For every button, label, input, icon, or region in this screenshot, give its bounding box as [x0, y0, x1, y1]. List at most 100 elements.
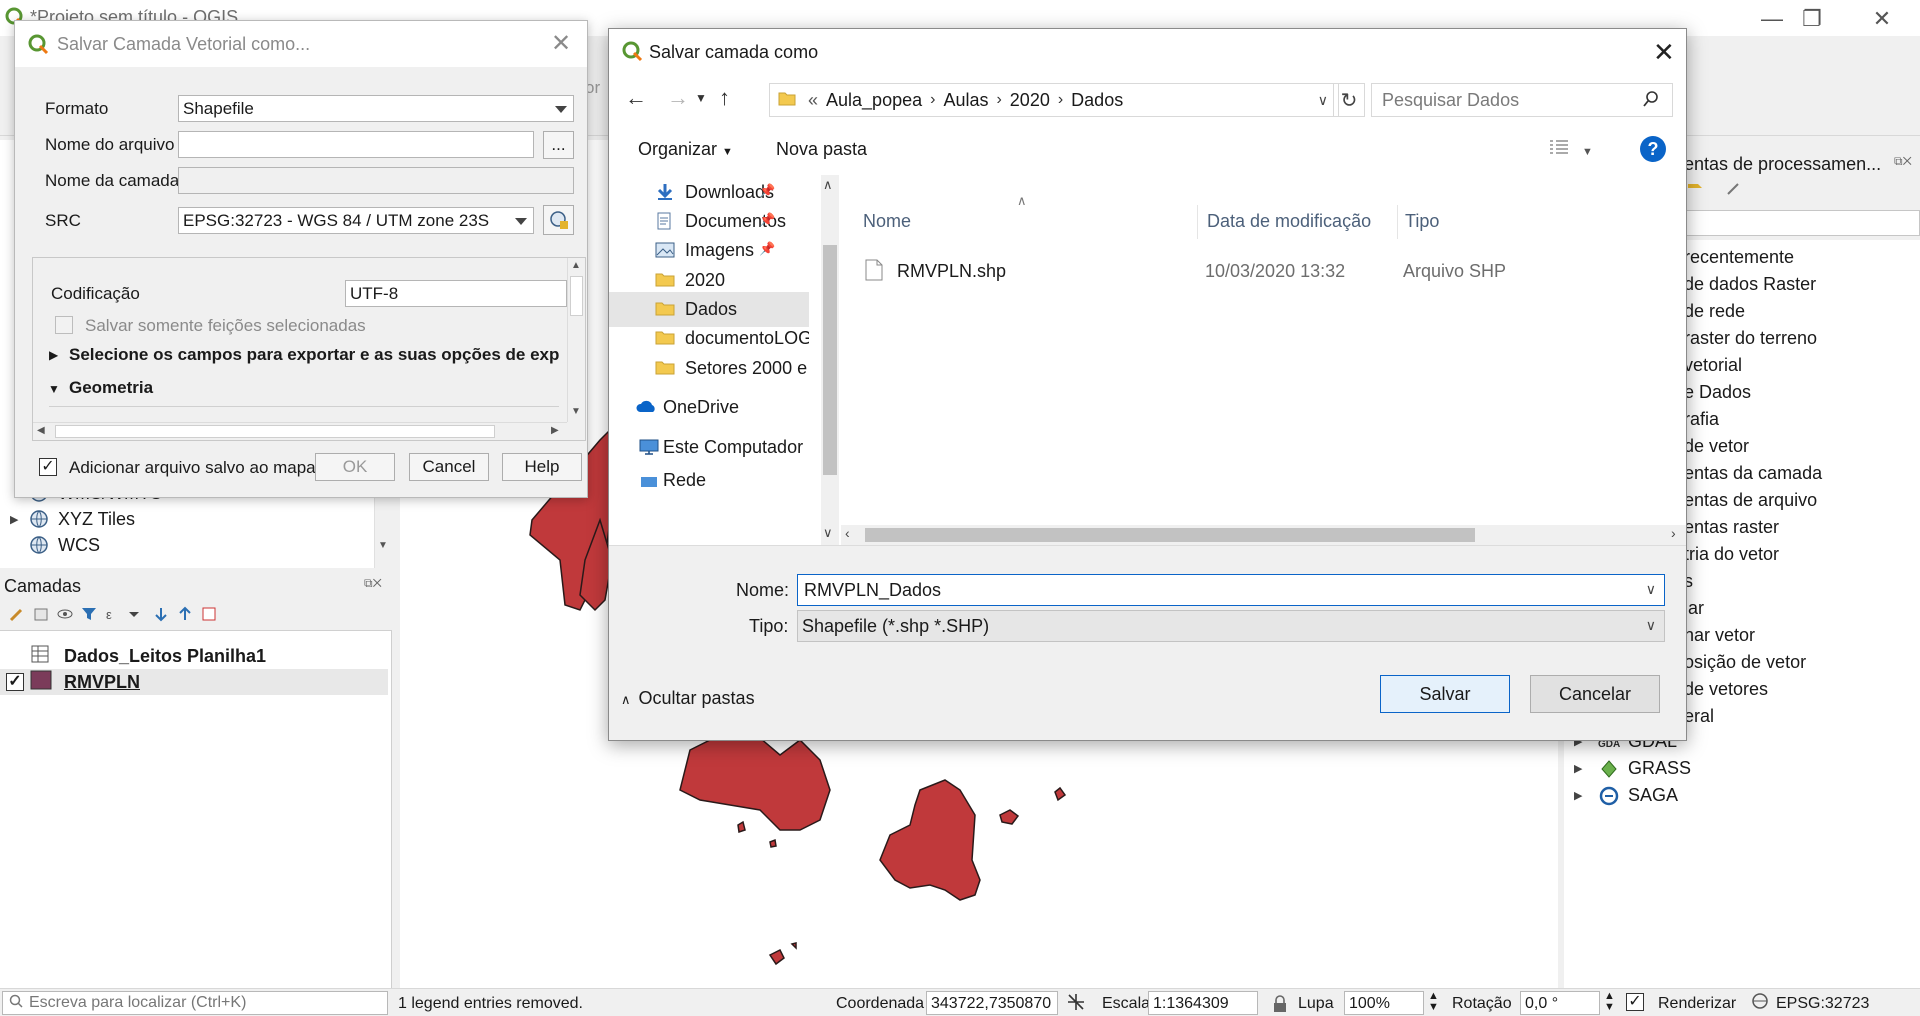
breadcrumb-item[interactable]: 2020 — [1010, 90, 1050, 111]
add-to-map-checkbox[interactable]: ✓ — [39, 458, 57, 476]
spin-arrows-icon[interactable]: ▲ ▼ — [1428, 991, 1439, 1013]
scroll-right-icon[interactable]: › — [1671, 525, 1676, 541]
filename-input[interactable]: RMVPLN_Dados ∨ — [797, 574, 1665, 606]
breadcrumb-item[interactable]: Dados — [1071, 90, 1123, 111]
scroll-down-icon[interactable]: ▼ — [571, 406, 581, 417]
toolbox-search-input[interactable] — [1684, 210, 1920, 236]
layername-input[interactable] — [178, 167, 574, 194]
browser-item-xyz-tiles[interactable]: ▶ XYZ Tiles — [10, 506, 135, 532]
filter-icon[interactable] — [80, 605, 98, 623]
expand-arrow-icon[interactable]: ▶ — [49, 348, 58, 362]
crs-globe-icon[interactable] — [1750, 992, 1770, 1015]
toolbox-group[interactable]: recentemente — [1684, 244, 1794, 271]
scroll-up-icon[interactable]: ∧ — [823, 177, 833, 193]
geometry-section-header[interactable]: Geometria — [69, 378, 153, 398]
expand-all-icon[interactable] — [152, 605, 170, 623]
browse-button[interactable]: ... — [543, 131, 574, 159]
scroll-left-icon[interactable]: ◀ — [37, 425, 45, 436]
search-input[interactable]: Pesquisar Dados — [1371, 83, 1673, 117]
spin-arrows-icon[interactable]: ▲ ▼ — [1604, 991, 1615, 1013]
panel-float-close-icon[interactable]: ⧉✕ — [364, 576, 382, 591]
crs-select-button[interactable] — [543, 205, 574, 235]
column-divider[interactable] — [1397, 205, 1398, 239]
maximize-icon[interactable]: ❐ — [1792, 6, 1832, 32]
expand-arrow-icon[interactable]: ▶ — [1574, 789, 1596, 802]
toolbox-group[interactable]: de vetores — [1684, 676, 1768, 703]
collapse-all-icon[interactable] — [176, 605, 194, 623]
column-header-type[interactable]: Tipo — [1405, 211, 1439, 232]
remove-layer-icon[interactable] — [200, 605, 218, 623]
organize-button[interactable]: Organizar ▼ — [638, 139, 733, 160]
crs-label[interactable]: EPSG:32723 — [1776, 995, 1869, 1013]
add-group-icon[interactable] — [32, 605, 50, 623]
scroll-down-icon[interactable]: ▼ — [378, 540, 388, 551]
column-header-modified[interactable]: Data de modificação — [1207, 211, 1371, 232]
expand-arrow-icon[interactable]: ▶ — [1574, 762, 1596, 775]
browser-item-wcs[interactable]: WCS — [10, 532, 100, 558]
ok-button[interactable]: OK — [315, 453, 395, 481]
toolbox-group[interactable]: nar vetor — [1684, 622, 1755, 649]
toolbox-group[interactable]: entas da camada — [1684, 460, 1822, 487]
nav-item-setores[interactable]: Setores 2000 e 2 — [609, 351, 809, 386]
file-list-hscrollbar[interactable]: ‹ › — [841, 525, 1686, 545]
help-button[interactable]: Help — [502, 453, 582, 481]
visibility-eye-icon[interactable] — [56, 605, 74, 623]
layer-row[interactable]: Dados_Leitos Planilha1 — [0, 643, 388, 669]
collapse-arrow-icon[interactable]: ▼ — [48, 382, 60, 396]
refresh-button[interactable]: ↻ — [1333, 83, 1365, 117]
toolbox-group[interactable]: de rede — [1684, 298, 1745, 325]
crs-combo[interactable]: EPSG:32723 - WGS 84 / UTM zone 23S — [178, 207, 534, 234]
breadcrumb-item[interactable]: Aula_popea — [826, 90, 922, 111]
toolbox-group[interactable]: de vetor — [1684, 433, 1749, 460]
column-header-name[interactable]: Nome — [863, 211, 911, 232]
locator-search-input[interactable]: Escreva para localizar (Ctrl+K) — [2, 991, 388, 1015]
scroll-thumb[interactable] — [865, 528, 1475, 542]
close-icon[interactable]: ✕ — [551, 29, 571, 58]
filter-expression-icon[interactable]: ε — [104, 605, 122, 623]
toolbox-group[interactable]: tria do vetor — [1684, 541, 1779, 568]
toolbox-group[interactable]: e Dados — [1684, 379, 1751, 406]
toolbox-group[interactable]: eral — [1684, 703, 1714, 730]
close-icon[interactable]: ✕ — [1862, 6, 1902, 32]
help-icon[interactable]: ? — [1640, 136, 1666, 162]
magnifier-field[interactable]: 100% — [1344, 991, 1424, 1015]
lock-scale-icon[interactable] — [1272, 995, 1288, 1016]
rotation-field[interactable]: 0,0 ° — [1520, 991, 1600, 1015]
style-brush-icon[interactable] — [8, 605, 26, 623]
save-button[interactable]: Salvar — [1380, 675, 1510, 713]
breadcrumb-separator-icon[interactable]: › — [996, 91, 1001, 109]
nav-item-network[interactable]: Rede — [609, 463, 809, 498]
scale-combo[interactable]: 1:1364309 — [1148, 991, 1258, 1015]
extents-toggle-icon[interactable] — [1066, 992, 1086, 1016]
nav-item-this-pc[interactable]: Este Computador — [609, 430, 809, 465]
layer-visibility-checkbox[interactable]: ✓ — [6, 673, 24, 691]
toolbox-provider-saga[interactable]: ▶ SAGA — [1574, 782, 1678, 809]
recent-locations-chevron-icon[interactable]: ▼ — [695, 91, 707, 105]
chevron-down-icon[interactable]: ∨ — [1318, 92, 1328, 109]
new-folder-button[interactable]: Nova pasta — [776, 139, 867, 160]
options-hscrollbar[interactable]: ◀ ▶ — [33, 422, 567, 440]
overflow-chevron-icon[interactable]: « — [808, 90, 818, 111]
toolbox-provider-grass[interactable]: ▶ GRASS — [1574, 755, 1691, 782]
minimize-icon[interactable]: — — [1752, 6, 1792, 32]
hide-folders-button[interactable]: ∧ Ocultar pastas — [621, 688, 755, 709]
format-combo[interactable]: Shapefile — [178, 95, 574, 122]
encoding-combo[interactable]: UTF-8 — [345, 280, 567, 307]
polygon-symbol-icon[interactable] — [30, 670, 56, 695]
cancel-button[interactable]: Cancelar — [1530, 675, 1660, 713]
toolbox-group[interactable]: entas raster — [1684, 514, 1779, 541]
expand-arrow-icon[interactable]: ▶ — [10, 513, 26, 526]
toolbox-group[interactable]: entas de arquivo — [1684, 487, 1817, 514]
fields-section-header[interactable]: Selecione os campos para exportar e as s… — [69, 345, 559, 365]
selected-only-checkbox[interactable] — [55, 316, 73, 334]
scroll-left-icon[interactable]: ‹ — [845, 525, 850, 541]
toolbox-group[interactable]: vetorial — [1684, 352, 1742, 379]
column-divider[interactable] — [1197, 205, 1198, 239]
panel-float-close-icon[interactable]: ⧉✕ — [1894, 154, 1912, 169]
up-arrow-icon[interactable]: ↑ — [719, 85, 730, 111]
nav-item-onedrive[interactable]: OneDrive — [609, 390, 809, 425]
navigation-scrollbar[interactable]: ∧ ∨ — [821, 175, 839, 545]
breadcrumb-item[interactable]: Aulas — [943, 90, 988, 111]
options-vscrollbar[interactable]: ▲ ▼ — [567, 258, 585, 422]
layer-row[interactable]: ✓ RMVPLN — [0, 669, 388, 695]
